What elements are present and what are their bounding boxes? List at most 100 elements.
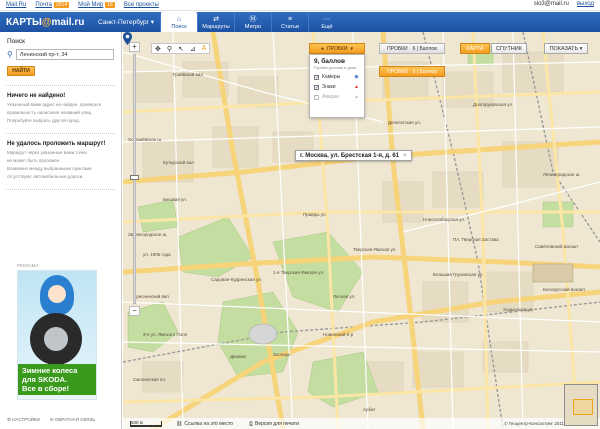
app-header: КАРТЫ@mail.ru Санкт-Петербург ▾ ⌂ Поиск ⇄… (0, 12, 600, 32)
portal-link-myworld-label: Мой Мир (78, 2, 104, 8)
search-block: Поиск ⚲ НАЙТИ (0, 32, 121, 82)
traffic-option-signs[interactable]: ✓ Знаки ▲ (314, 84, 360, 90)
no-route-line: Маршрут через указанные вами точки (7, 150, 87, 155)
feedback-link[interactable]: ✉ ОБРАТНАЯ СВЯЗЬ (50, 417, 95, 423)
tire-image (30, 313, 82, 365)
traffic-tab-score: 6 | Баллов (412, 45, 437, 52)
ad-line: Зимние колеса (22, 366, 78, 375)
traffic-tab-active-label: ПРОБКИ (387, 68, 408, 75)
signs-checkbox[interactable]: ✓ (314, 84, 319, 90)
show-dropdown-button[interactable]: ПОКАЗАТЬ ▾ (544, 43, 588, 54)
street-label: Ходынская ул. (503, 307, 534, 312)
satellite-view-button[interactable]: СПУТНИК (491, 43, 527, 54)
metro-icon: Ⓜ (249, 16, 257, 23)
logout-link[interactable]: выход (577, 1, 594, 7)
street-label: Тверская-Ямская ул. (353, 247, 397, 252)
street-label: Ленинградское ш. (543, 172, 581, 177)
no-route-line: отсутствуют автомобильные дороги. (7, 174, 84, 179)
map-marker-icon[interactable] (123, 32, 132, 45)
article-icon: ≡ (287, 16, 293, 23)
chevron-down-icon: ▾ (579, 45, 583, 52)
traffic-panel: 9, баллов Пробки длиною в день ✓ Камеры … (309, 54, 365, 118)
traffic-dropdown[interactable]: ● ПРОБКИ ▾ (309, 43, 365, 54)
divider (6, 133, 115, 134)
main-nav: ⌂ Поиск ⇄ Маршруты Ⓜ Метро ≡ Статьи ⋯ Ещё (160, 12, 345, 32)
home-icon: ⌂ (176, 16, 182, 23)
not-found-line: Указанный вами адрес не найден, проверьт… (7, 102, 102, 107)
cursor-icon[interactable]: ↖ (178, 45, 184, 53)
street-label: Делегатская ул. (388, 120, 422, 125)
city-selector[interactable]: Санкт-Петербург ▾ (98, 18, 154, 26)
address-popup: г. Москва, ул. Брестская 1-я, д. 61 × (295, 150, 412, 161)
letter-tool-icon[interactable]: A (202, 45, 207, 52)
tab-routes-label: Маршруты (202, 24, 230, 30)
location-pin-icon: ⚲ (7, 50, 13, 59)
magnifier-icon[interactable]: ⚲ (167, 45, 172, 53)
cameras-checkbox[interactable]: ✓ (314, 74, 319, 80)
accidents-checkbox[interactable] (314, 94, 319, 100)
zoom-out-button[interactable]: − (129, 306, 140, 316)
map-view-button[interactable]: КАРТА (460, 43, 490, 54)
ruler-icon[interactable]: ⊿ (190, 45, 196, 53)
zoom-slider[interactable] (130, 54, 139, 304)
street-label: Правды ул. (303, 212, 327, 217)
no-route-title: Не удалось проложить маршрут! (7, 141, 106, 147)
logo[interactable]: КАРТЫ@mail.ru (6, 17, 86, 28)
ad-label: РЕКЛАМА (17, 263, 39, 268)
sidebar-footer: ⚙ НАСТРОЙКИ ✉ ОБРАТНАЯ СВЯЗЬ (7, 417, 95, 423)
tab-articles-label: Статьи (281, 24, 299, 30)
find-button[interactable]: НАЙТИ (7, 66, 35, 76)
chevron-down-icon: ▾ (150, 19, 155, 26)
map-canvas[interactable]: Грайвский вал Делегатская ул. Долгоруков… (123, 32, 600, 429)
logo-at-icon: @ (41, 16, 52, 28)
settings-link[interactable]: ⚙ НАСТРОЙКИ (7, 417, 40, 423)
tab-search-label: Поиск (171, 24, 187, 30)
traffic-option-accidents[interactable]: Аварии ▲ (314, 94, 360, 100)
tab-more[interactable]: ⋯ Ещё (308, 12, 345, 32)
tab-metro[interactable]: Ⓜ Метро (234, 12, 271, 32)
map-scale: 500 м (130, 420, 162, 427)
tab-articles[interactable]: ≡ Статьи (271, 12, 308, 32)
link-to-place[interactable]: ⛓ Ссылка на это место (176, 421, 233, 427)
pan-icon[interactable]: ✥ (155, 45, 161, 53)
mail-count-badge: 2914 (54, 2, 70, 8)
print-version-link[interactable]: ⎙ Версия для печати (249, 421, 299, 427)
settings-link-label: НАСТРОЙКИ (12, 417, 40, 422)
portal-link-mailru[interactable]: Mail.Ru (6, 2, 26, 8)
street-label: Бутырский вал (163, 160, 194, 165)
tab-metro-label: Метро (244, 24, 262, 30)
link-icon: ⛓ (176, 420, 183, 427)
tab-routes[interactable]: ⇄ Маршруты (197, 12, 234, 32)
divider (6, 189, 115, 190)
street-label: Зоопарк (273, 352, 291, 357)
traffic-dropdown-label: ПРОБКИ (327, 45, 348, 52)
portal-link-mail-label: Почта (35, 2, 53, 8)
street-label: Лесная ул. (333, 294, 356, 299)
not-found-title: Ничего не найдено! (7, 93, 66, 99)
traffic-tab-active[interactable]: ПРОБКИ 6 | Баллов (379, 66, 445, 77)
city-label: Санкт-Петербург (98, 19, 149, 26)
portal-bar: Mail.Ru Почта 2914 Мой Мир 16 Все проекты … (0, 0, 600, 11)
logo-text: КАРТЫ (6, 16, 42, 28)
close-icon[interactable]: × (403, 153, 407, 159)
ad-text: Зимние колеса для SKODA. Все в сборе! (18, 364, 96, 395)
map-toolbar: ✥ ⚲ ↖ ⊿ A (151, 43, 211, 54)
street-label: Новослободская ул. (423, 217, 466, 222)
traffic-option-cameras[interactable]: ✓ Камеры ◉ (314, 74, 360, 80)
street-label: Савёловский вокзал (535, 244, 578, 249)
advertisement-banner[interactable]: Зимние колеса для SKODA. Все в сборе! (17, 270, 97, 400)
search-input[interactable] (15, 49, 114, 60)
logo-domain: mail.ru (51, 16, 85, 28)
tab-search[interactable]: ⌂ Поиск (160, 12, 197, 32)
portal-link-all-projects[interactable]: Все проекты (124, 2, 159, 8)
ad-line: Все в сборе! (22, 384, 70, 393)
minimap-viewport[interactable] (573, 399, 593, 415)
traffic-score: 9, баллов (314, 58, 345, 65)
zoom-slider-handle[interactable] (130, 175, 139, 180)
portal-link-myworld[interactable]: Мой Мир 16 (78, 2, 115, 8)
portal-link-mail[interactable]: Почта 2914 (35, 2, 70, 8)
minimap[interactable] (564, 384, 598, 426)
accidents-label: Аварии (322, 94, 340, 100)
traffic-tab[interactable]: ПРОБКИ 6 | Баллов (379, 43, 445, 54)
no-route-message: Не удалось проложить маршрут! Маршрут че… (0, 137, 121, 186)
